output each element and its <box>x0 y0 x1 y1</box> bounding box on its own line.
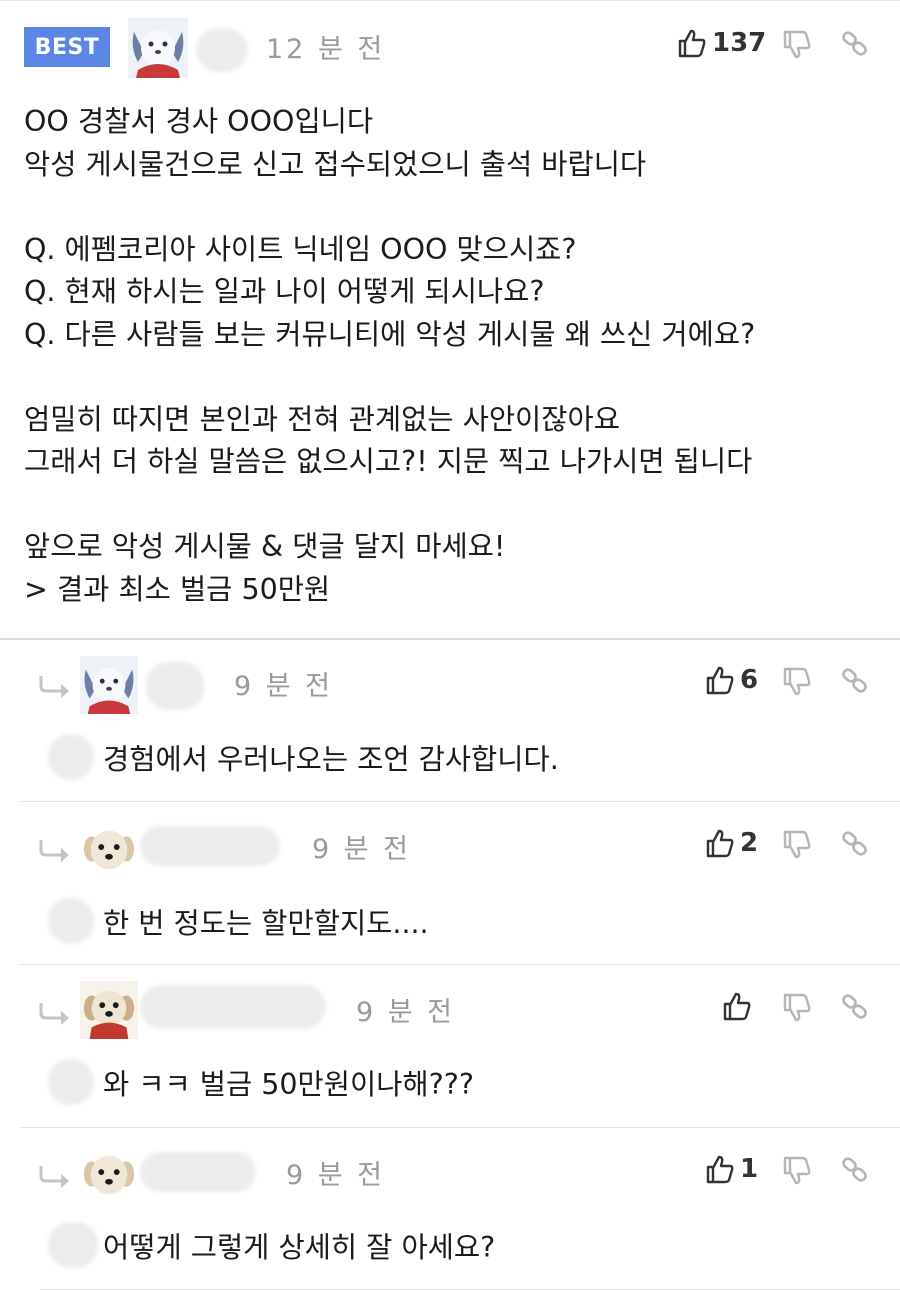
share-link-button[interactable] <box>840 29 870 59</box>
body-line: 엄밀히 따지면 본인과 전혀 관계없는 사안이잖아요 <box>24 402 620 436</box>
link-icon <box>840 1155 870 1185</box>
body-line: 앞으로 악성 게시물 & 댓글 달지 마세요! <box>24 530 506 563</box>
reply-comment: 9 분 전 2 한 번 정도는 할만할지도.... <box>0 802 900 964</box>
reply-comment: 9 분 전 와 ㅋㅋ 벌금 50만원이나해??? <box>0 965 900 1127</box>
mention-redacted <box>48 1059 94 1105</box>
like-button[interactable]: 1 <box>706 1154 758 1184</box>
avatar[interactable] <box>128 18 188 78</box>
body-line: Q. 현재 하시는 일과 나이 어떻게 되시나요? <box>24 275 545 308</box>
mention-redacted <box>48 1222 98 1268</box>
link-icon <box>840 829 870 859</box>
thumbs-down-icon <box>783 667 811 697</box>
link-icon <box>840 29 870 59</box>
thumbs-up-icon <box>678 28 706 58</box>
thumbs-up-icon <box>723 991 751 1021</box>
comment-time: 9 분 전 <box>234 671 334 702</box>
dislike-button[interactable] <box>783 1156 811 1186</box>
avatar[interactable] <box>80 656 138 714</box>
link-icon <box>840 666 870 696</box>
share-link-button[interactable] <box>840 992 870 1022</box>
reply-comment: 9 분 전 1 어떻게 그렇게 상세히 잘 아세요? <box>0 1128 900 1290</box>
avatar[interactable] <box>80 1145 138 1203</box>
share-link-button[interactable] <box>840 666 870 696</box>
best-badge: BEST <box>24 27 110 67</box>
reply-text: 와 ㅋㅋ 벌금 50만원이나해??? <box>103 1068 475 1101</box>
reply-divider <box>40 1289 900 1290</box>
best-comment-body: OO 경찰서 경사 OOO입니다 악성 게시물건으로 신고 접수되었으니 출석 … <box>24 101 884 611</box>
body-line: 그래서 더 하실 말씀은 없으시고?! 지문 찍고 나가시면 됩니다 <box>24 445 753 478</box>
reply-arrow-icon <box>38 1001 74 1031</box>
like-count: 2 <box>740 828 759 858</box>
reply-comment: 9 분 전 6 경험에서 우러나오는 조언 감사합니다. <box>0 640 900 801</box>
thumbs-down-icon <box>783 1156 811 1186</box>
like-button[interactable]: 2 <box>706 828 758 858</box>
like-button[interactable] <box>723 991 757 1021</box>
comment-time: 12 분 전 <box>266 34 386 65</box>
body-line <box>24 484 884 527</box>
dislike-button[interactable] <box>783 830 811 860</box>
comment-time: 9 분 전 <box>286 1160 386 1191</box>
reply-arrow-icon <box>38 1164 74 1194</box>
nickname-redacted <box>146 662 204 710</box>
link-icon <box>840 992 870 1022</box>
thumbs-up-icon <box>706 1154 734 1184</box>
thumbs-down-icon <box>783 830 811 860</box>
thumbs-down-icon <box>783 993 811 1023</box>
dislike-button[interactable] <box>783 667 811 697</box>
share-link-button[interactable] <box>840 829 870 859</box>
like-button[interactable]: 6 <box>706 665 758 695</box>
dislike-button[interactable] <box>783 993 811 1023</box>
thumbs-up-icon <box>706 828 734 858</box>
like-count: 1 <box>740 1154 759 1184</box>
avatar[interactable] <box>80 981 138 1039</box>
best-comment: BEST 12 분 전 137 OO 경찰서 경사 OOO입니다 악성 게시물건… <box>0 0 900 638</box>
body-line: > 결과 최소 벌금 50만원 <box>24 572 331 606</box>
thumbs-up-icon <box>706 665 734 695</box>
body-line <box>24 356 884 399</box>
reply-arrow-icon <box>38 674 74 704</box>
reply-arrow-icon <box>38 838 74 868</box>
like-button[interactable]: 137 <box>678 28 766 58</box>
nickname-redacted <box>140 985 326 1029</box>
mention-redacted <box>48 734 94 780</box>
like-count: 137 <box>712 28 767 58</box>
mention-redacted <box>48 898 94 944</box>
body-line: OO 경찰서 경사 OOO입니다 <box>24 105 374 138</box>
body-line: Q. 에펨코리아 사이트 닉네임 OOO 맞으시죠? <box>24 232 577 266</box>
share-link-button[interactable] <box>840 1155 870 1185</box>
comment-time: 9 분 전 <box>356 997 456 1028</box>
body-line: Q. 다른 사람들 보는 커뮤니티에 악성 게시물 왜 쓰신 거에요? <box>24 317 756 351</box>
like-count: 6 <box>740 665 759 695</box>
comment-time: 9 분 전 <box>312 834 412 865</box>
reply-text: 경험에서 우러나오는 조언 감사합니다. <box>103 743 559 776</box>
nickname-redacted <box>140 1152 256 1192</box>
nickname-redacted <box>140 826 280 866</box>
nickname-redacted <box>196 28 248 72</box>
body-line <box>24 186 884 229</box>
reply-text: 어떻게 그렇게 상세히 잘 아세요? <box>103 1231 496 1264</box>
body-line: 악성 게시물건으로 신고 접수되었으니 출석 바랍니다 <box>24 147 647 181</box>
reply-text: 한 번 정도는 할만할지도.... <box>103 907 429 940</box>
dislike-button[interactable] <box>783 30 811 60</box>
avatar[interactable] <box>80 820 138 878</box>
thumbs-down-icon <box>783 30 811 60</box>
